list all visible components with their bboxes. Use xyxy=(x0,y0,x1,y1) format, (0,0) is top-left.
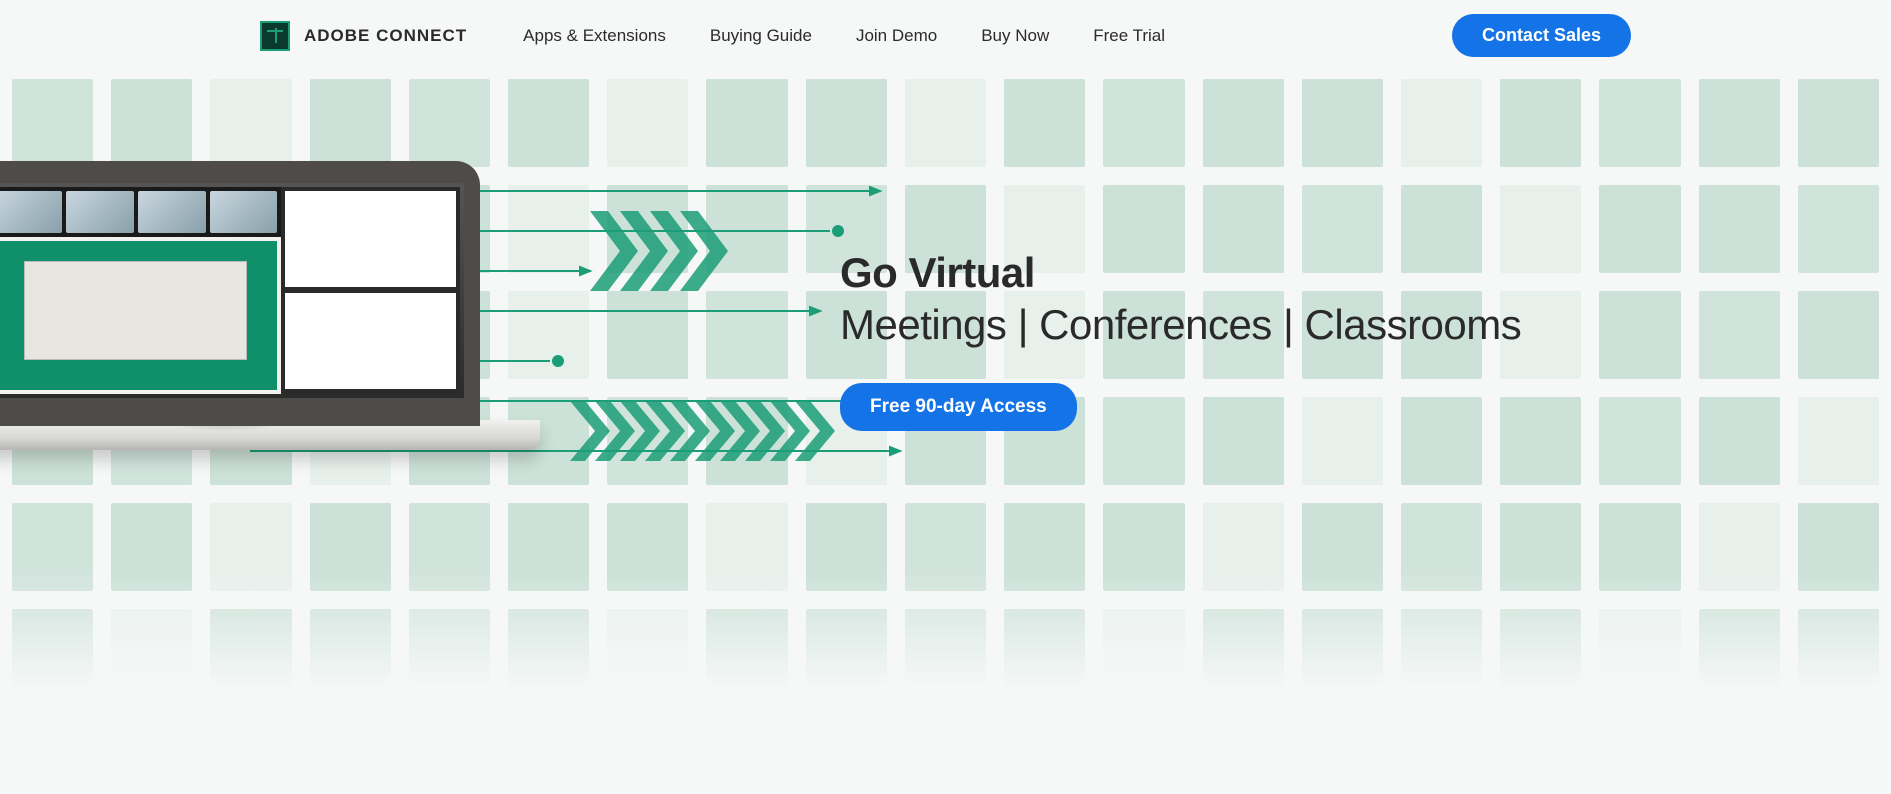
participant-video-3 xyxy=(138,191,206,233)
app-main-panel xyxy=(0,187,281,394)
nav-link-join-demo[interactable]: Join Demo xyxy=(856,26,937,46)
participant-video-4 xyxy=(210,191,278,233)
adobe-connect-logo-icon xyxy=(260,21,290,51)
brand-text: ADOBE CONNECT xyxy=(304,26,467,46)
free-access-button[interactable]: Free 90-day Access xyxy=(840,383,1077,431)
participant-video-1 xyxy=(0,191,62,233)
laptop-screen xyxy=(0,161,480,426)
nav-link-buy-now[interactable]: Buy Now xyxy=(981,26,1049,46)
nav-link-apps-extensions[interactable]: Apps & Extensions xyxy=(523,26,666,46)
nav-links: Apps & Extensions Buying Guide Join Demo… xyxy=(523,26,1165,46)
contact-sales-button[interactable]: Contact Sales xyxy=(1452,14,1631,57)
hero-title: Go Virtual xyxy=(840,249,1521,297)
nav-link-buying-guide[interactable]: Buying Guide xyxy=(710,26,812,46)
hero-section: Go Virtual Meetings | Conferences | Clas… xyxy=(0,71,1891,711)
top-nav: ADOBE CONNECT Apps & Extensions Buying G… xyxy=(0,0,1891,71)
shared-content-area xyxy=(0,241,277,390)
laptop-mockup xyxy=(0,161,480,450)
participant-video-2 xyxy=(66,191,134,233)
app-side-panel xyxy=(281,187,460,394)
side-widget-1 xyxy=(285,191,456,287)
brand[interactable]: ADOBE CONNECT xyxy=(260,21,467,51)
hero-copy: Go Virtual Meetings | Conferences | Clas… xyxy=(840,249,1521,431)
video-strip xyxy=(0,187,281,237)
side-widget-2 xyxy=(285,293,456,389)
nav-link-free-trial[interactable]: Free Trial xyxy=(1093,26,1165,46)
hero-subtitle: Meetings | Conferences | Classrooms xyxy=(840,301,1521,349)
